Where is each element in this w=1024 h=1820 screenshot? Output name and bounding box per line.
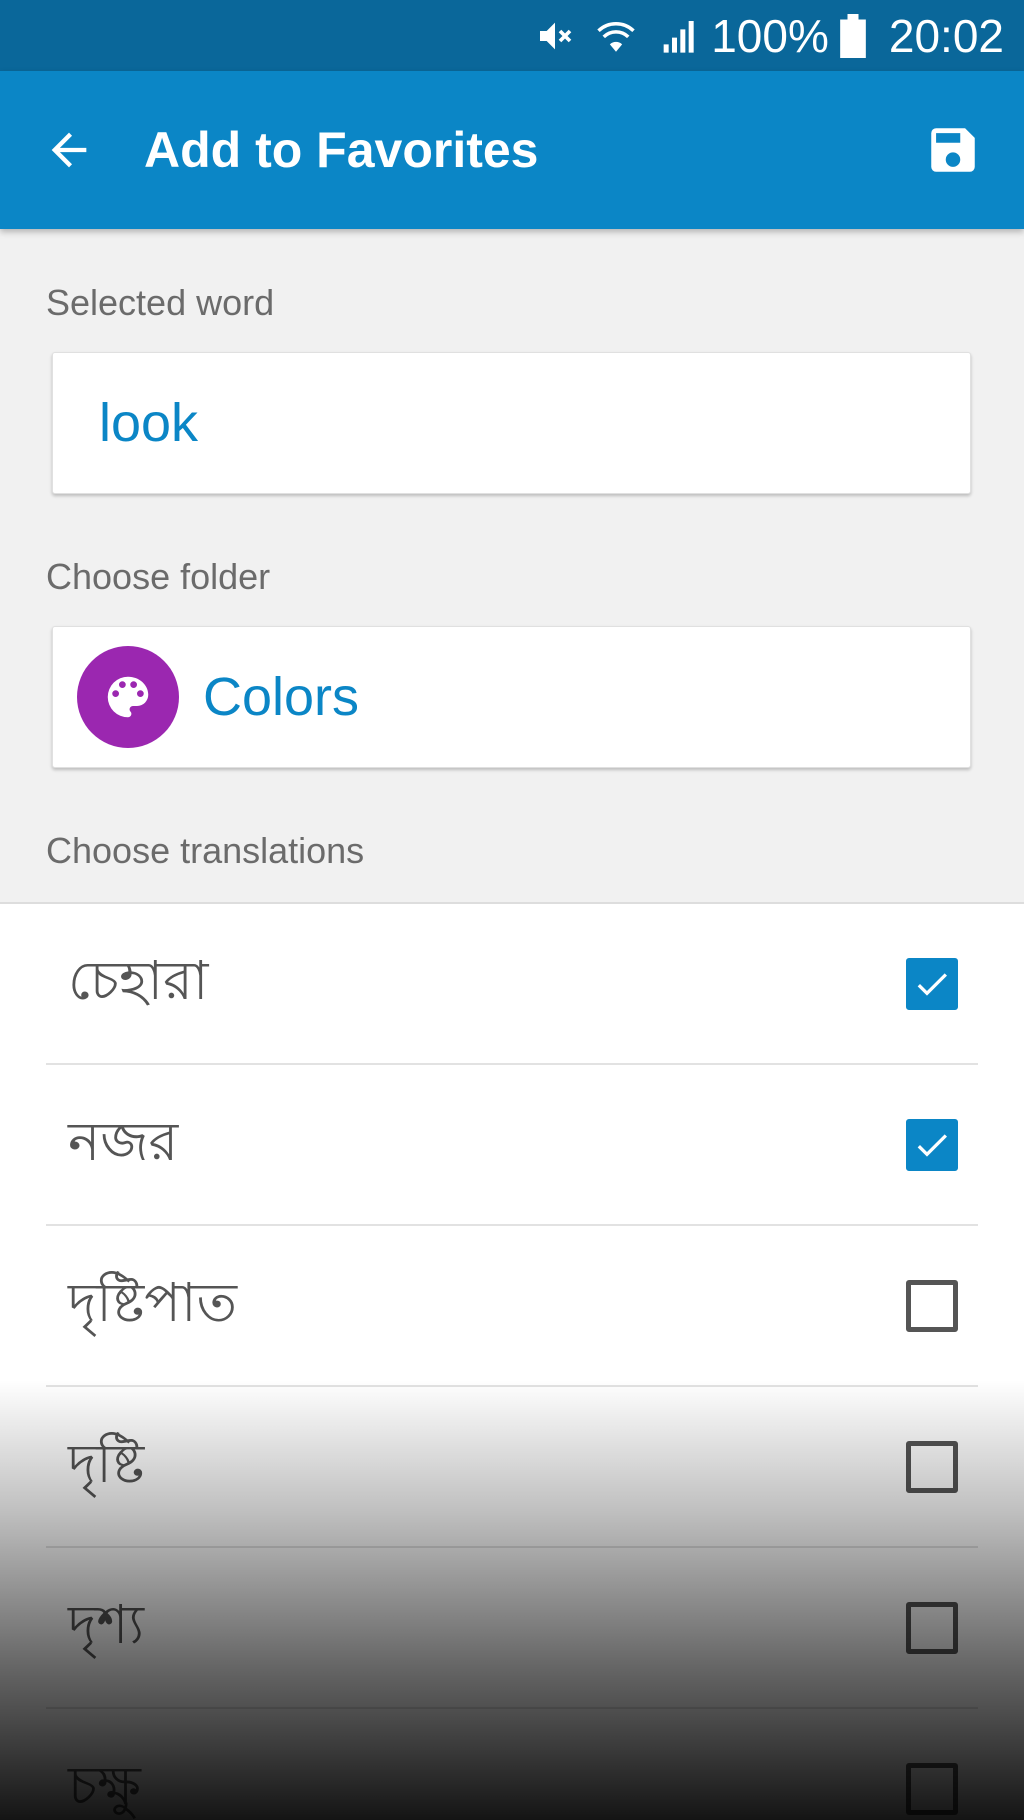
translation-row[interactable]: দৃষ্টিপাত [46, 1226, 978, 1387]
folder-selector[interactable]: Colors [52, 626, 971, 768]
battery-percent: 100% [711, 9, 829, 62]
folder-name: Colors [203, 667, 360, 727]
translation-row[interactable]: চেহারা [46, 904, 978, 1065]
check-icon [917, 972, 947, 996]
check-icon [917, 1133, 947, 1157]
translation-row[interactable]: দৃষ্টি [46, 1387, 978, 1548]
signal-icon [657, 16, 697, 56]
translation-text: চেহারা [68, 948, 209, 1012]
translation-row[interactable]: নজর [46, 1065, 978, 1226]
translation-row[interactable]: দৃশ্য [46, 1548, 978, 1709]
arrow-left-icon [51, 132, 87, 168]
save-icon [931, 128, 975, 172]
battery-icon [839, 13, 867, 58]
app-bar: Add to Favorites [0, 71, 1024, 229]
folder-avatar [77, 646, 179, 748]
choose-folder-label: Choose folder [46, 556, 271, 597]
status-bar: 100% 20:02 [0, 0, 1024, 71]
selected-word-card[interactable] [52, 352, 971, 494]
translation-checkbox[interactable] [906, 1118, 958, 1171]
clock: 20:02 [888, 9, 1004, 62]
mute-icon [535, 16, 575, 56]
translation-list: চেহারা নজর দৃষ্টিপাত দৃষ্টি দৃশ্য চক্ষু [0, 902, 1024, 1820]
translation-text: দৃশ্য [68, 1592, 144, 1656]
translation-text: দৃষ্টিপাত [68, 1270, 238, 1334]
translation-checkbox[interactable] [906, 1440, 958, 1493]
selected-word-label: Selected word [46, 282, 275, 323]
palette-icon [107, 676, 149, 718]
back-button[interactable] [34, 115, 104, 185]
translation-text: চক্ষু [68, 1753, 141, 1817]
save-button[interactable] [918, 115, 988, 185]
translation-checkbox[interactable] [906, 957, 958, 1010]
choose-translations-label: Choose translations [46, 830, 365, 871]
wifi-icon [595, 15, 637, 57]
translation-checkbox[interactable] [906, 1279, 958, 1332]
translation-text: নজর [68, 1109, 179, 1173]
translation-checkbox[interactable] [906, 1762, 958, 1815]
translation-text: দৃষ্টি [68, 1431, 145, 1495]
translation-checkbox[interactable] [906, 1601, 958, 1654]
selected-word-input[interactable] [99, 392, 899, 454]
page-title: Add to Favorites [144, 122, 539, 178]
translation-row[interactable]: চক্ষু [46, 1709, 978, 1820]
